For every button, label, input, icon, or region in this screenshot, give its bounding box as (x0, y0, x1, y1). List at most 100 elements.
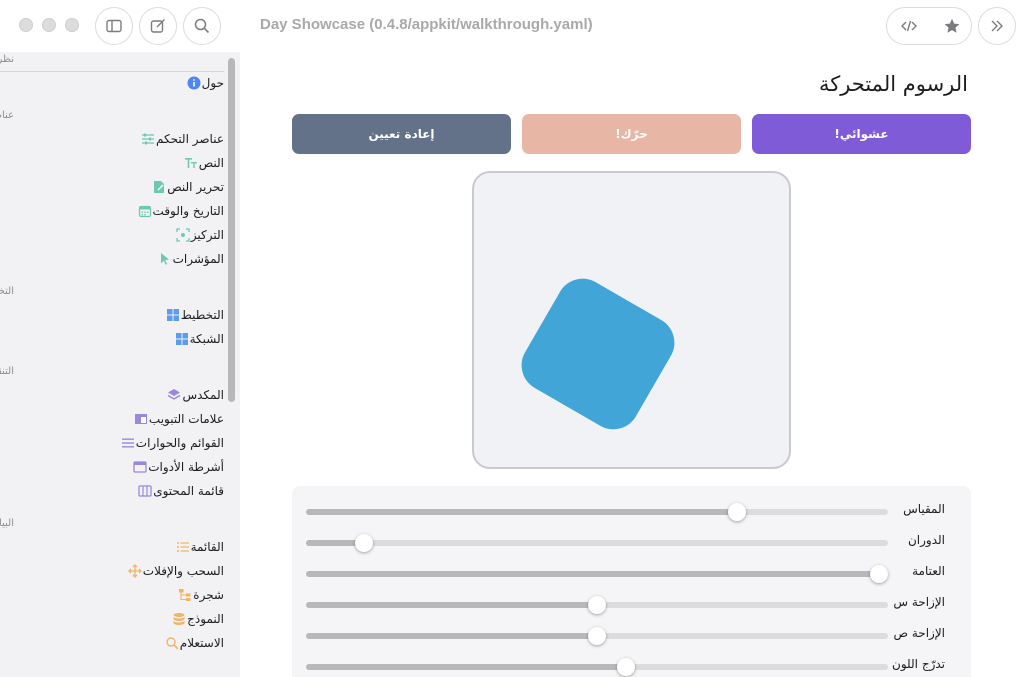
sidebar-item-drag-drop[interactable]: السحب والإفلات (14, 560, 224, 582)
sidebar-item-controls[interactable]: عناصر التحكم (14, 128, 224, 150)
sidebar-scrollbar[interactable] (226, 56, 236, 672)
sidebar-scrollbar-thumb[interactable] (228, 58, 235, 402)
slider-thumb-offset-y[interactable] (588, 627, 606, 645)
toggle-sidebar-button[interactable] (95, 7, 133, 45)
slider-row-scale: المقياس (292, 495, 971, 526)
sidebar-icon (106, 19, 122, 33)
slider-row-offset-y: الإزاحة ص (292, 619, 971, 650)
database-icon (171, 611, 187, 627)
sliders-icon (140, 131, 156, 147)
info-icon (186, 75, 202, 91)
sidebar-item-query[interactable]: الاستعلام (14, 632, 224, 654)
sidebar-item-layout[interactable]: التخطيط (14, 304, 224, 326)
sidebar-item-pointers[interactable]: المؤشرات (14, 248, 224, 270)
animation-controls-panel: المقياس الدوران العتامة الإزاحة س الإزاحة ص ت… (292, 486, 971, 677)
tree-icon (177, 587, 193, 603)
sidebar-section-data: البيانات (0, 518, 14, 529)
list-icon (175, 539, 191, 555)
sidebar-item-focus[interactable]: التركيز (14, 224, 224, 246)
chevrons-right-icon (991, 20, 1003, 32)
slider-thumb-scale[interactable] (727, 503, 746, 521)
layout-icon (165, 307, 181, 323)
search-icon (194, 18, 210, 34)
page-title: الرسوم المتحركة (818, 72, 968, 96)
main-content: الرسوم المتحركة عشوائي! حرّك! إعادة تعيي… (240, 52, 1024, 677)
animated-square (512, 269, 684, 439)
title-bar: Day Showcase (0.4.8/appkit/walkthrough.y… (0, 0, 1024, 52)
move-icon (127, 563, 143, 579)
star-icon (944, 18, 959, 33)
slider-fill-scale (306, 509, 737, 515)
sidebar-item-menus-dialogs[interactable]: القوائم والحوارات (14, 432, 224, 454)
slider-thumb-offset-x[interactable] (588, 596, 606, 614)
slider-rotation[interactable] (306, 534, 888, 552)
sidebar-item-text[interactable]: النص (14, 152, 224, 174)
sidebar-item-tree[interactable]: شجرة (14, 584, 224, 606)
sidebar-item-date-time[interactable]: التاريخ والوقت (14, 200, 224, 222)
compose-icon (150, 19, 165, 33)
sidebar-item-list[interactable]: القائمة (14, 536, 224, 558)
cursor-icon (157, 251, 173, 267)
slider-row-offset-x: الإزاحة س (292, 588, 971, 619)
sidebar-item-text-editing[interactable]: تحرير النص (14, 176, 224, 198)
focus-icon (175, 227, 191, 243)
slider-row-rotation: الدوران (292, 526, 971, 557)
slider-hue[interactable] (306, 658, 888, 676)
slider-fill-offset-x (306, 602, 597, 608)
text-icon (183, 155, 199, 171)
slider-scale[interactable] (306, 503, 888, 521)
edit-document-icon (151, 179, 167, 195)
slider-fill-offset-y (306, 633, 597, 639)
slider-label-offset-y: الإزاحة ص (893, 626, 945, 640)
slider-offset-x[interactable] (306, 596, 888, 614)
sidebar-section-layout: التخطيط (0, 286, 14, 297)
menu-icon (120, 435, 136, 451)
slider-row-opacity: العتامة (292, 557, 971, 588)
slider-fill-hue (306, 664, 627, 670)
sidebar-item-content-list[interactable]: قائمة المحتوى (14, 480, 224, 502)
zoom-window-button[interactable] (65, 18, 79, 32)
search-button[interactable] (183, 7, 221, 45)
slider-label-rotation: الدوران (907, 533, 945, 547)
sidebar-item-toolbars[interactable]: أشرطة الأدوات (14, 456, 224, 478)
reset-button[interactable]: إعادة تعيين (292, 114, 511, 154)
code-button[interactable] (887, 8, 930, 44)
favorite-button[interactable] (930, 8, 973, 44)
compose-button[interactable] (139, 7, 177, 45)
sidebar-item-stack[interactable]: المكدس (14, 384, 224, 406)
window-title: Day Showcase (0.4.8/appkit/walkthrough.y… (260, 16, 593, 33)
toolbar-icon (132, 459, 148, 475)
calendar-icon (137, 203, 153, 219)
slider-offset-y[interactable] (306, 627, 888, 645)
sidebar-item-about[interactable]: حول (14, 72, 224, 94)
close-window-button[interactable] (19, 18, 33, 32)
slider-opacity[interactable] (306, 565, 889, 583)
sidebar-item-grid[interactable]: الشبكة (14, 328, 224, 350)
toolbar-segment (886, 7, 972, 45)
code-icon (900, 20, 917, 32)
search-icon (164, 635, 180, 651)
tabs-icon (133, 411, 149, 427)
animation-canvas (472, 171, 791, 469)
stack-icon (166, 387, 182, 403)
minimize-window-button[interactable] (42, 18, 56, 32)
slider-label-hue: تدرّج اللون (892, 657, 945, 671)
slider-label-opacity: العتامة (912, 564, 945, 578)
move-button[interactable]: حرّك! (522, 114, 741, 154)
expand-button[interactable] (978, 7, 1016, 45)
columns-icon (137, 483, 153, 499)
slider-fill-opacity (306, 571, 888, 577)
slider-label-scale: المقياس (903, 502, 945, 516)
sidebar-item-model[interactable]: النموذج (14, 608, 224, 630)
sidebar-section-overview: نظرة عامة (0, 54, 14, 65)
slider-thumb-rotation[interactable] (355, 534, 374, 552)
slider-thumb-opacity[interactable] (870, 565, 889, 583)
slider-row-hue: تدرّج اللون (292, 650, 971, 677)
sidebar: نظرة عامة حول عناصر التحكم عناصر التحكم … (0, 52, 240, 677)
slider-thumb-hue[interactable] (617, 658, 636, 676)
sidebar-section-navigation: التنقل والواجهة (0, 366, 14, 377)
random-button[interactable]: عشوائي! (752, 114, 971, 154)
slider-label-offset-x: الإزاحة س (893, 595, 945, 609)
sidebar-item-tabs[interactable]: علامات التبويب (14, 408, 224, 430)
sidebar-section-controls: عناصر التحكم (0, 110, 14, 121)
